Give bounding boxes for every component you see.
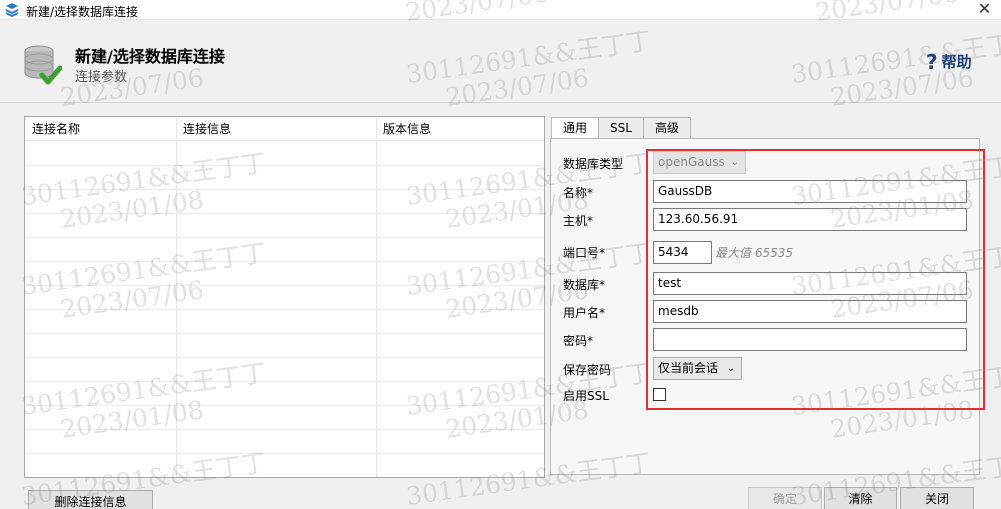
database-stack-icon [5,3,19,18]
delete-connection-button[interactable]: 删除连接信息 [28,490,153,509]
host-input[interactable]: 123.60.56.91 [653,208,967,231]
db-type-select: openGauss ⌄ [653,151,746,174]
close-button[interactable]: 关闭 [900,487,974,509]
help-button[interactable]: ? 帮助 [926,51,972,72]
table-row [25,333,544,334]
table-row [25,429,544,430]
column-divider [176,117,177,477]
name-input[interactable]: GaussDB [653,180,967,203]
password-input[interactable] [653,328,967,351]
password-label: 密码* [563,334,594,348]
column-divider [376,117,377,477]
db-type-value: openGauss [658,155,725,169]
chevron-down-icon: ⌄ [726,363,735,374]
column-header-version-info[interactable]: 版本信息 [376,117,544,141]
page-title: 新建/选择数据库连接 [75,47,225,66]
username-input[interactable]: mesdb [653,300,967,323]
table-row [25,285,544,286]
save-password-select[interactable]: 仅当前会话 ⌄ [653,357,742,380]
page-subtitle: 连接参数 [75,70,128,85]
clear-button[interactable]: 清除 [824,487,897,509]
table-row [25,357,544,358]
table-row [25,309,544,310]
port-max-hint: 最大值 65535 [715,246,793,260]
database-input[interactable]: test [653,272,967,295]
table-row [25,453,544,454]
db-type-label: 数据库类型 [563,157,624,171]
settings-tabs: 通用 SSL 高级 [551,117,691,140]
enable-ssl-checkbox[interactable] [653,388,666,401]
username-label: 用户名* [563,306,606,320]
connections-table[interactable]: 连接名称 连接信息 版本信息 [24,116,545,478]
dialog-header: 新建/选择数据库连接 连接参数 ? 帮助 [0,21,1001,101]
table-row [25,405,544,406]
tab-ssl[interactable]: SSL [598,117,644,139]
port-label: 端口号* [563,246,606,260]
column-header-connection-info[interactable]: 连接信息 [176,117,376,141]
column-header-connection-name[interactable]: 连接名称 [25,117,176,141]
database-label: 数据库* [563,278,606,292]
name-label: 名称* [563,186,594,200]
tab-advanced[interactable]: 高级 [642,117,691,139]
enable-ssl-label: 启用SSL [563,389,609,403]
table-row [25,213,544,214]
table-row [25,381,544,382]
chevron-down-icon: ⌄ [730,157,739,168]
table-row [25,189,544,190]
table-row [25,261,544,262]
table-row [25,165,544,166]
help-label: 帮助 [941,53,972,71]
close-window-button[interactable]: ✕ [968,0,1001,19]
header-divider [0,102,1001,103]
tab-general[interactable]: 通用 [551,117,600,140]
database-check-icon [24,45,62,85]
port-input[interactable]: 5434 [653,241,712,264]
save-password-label: 保存密码 [563,363,612,377]
help-icon: ? [926,49,938,74]
ok-button[interactable]: 确定 [748,487,822,509]
window-title: 新建/选择数据库连接 [26,5,139,19]
title-bar: 新建/选择数据库连接 ✕ [0,0,1001,20]
host-label: 主机* [563,214,594,228]
save-password-value: 仅当前会话 [658,361,719,375]
table-row [25,237,544,238]
